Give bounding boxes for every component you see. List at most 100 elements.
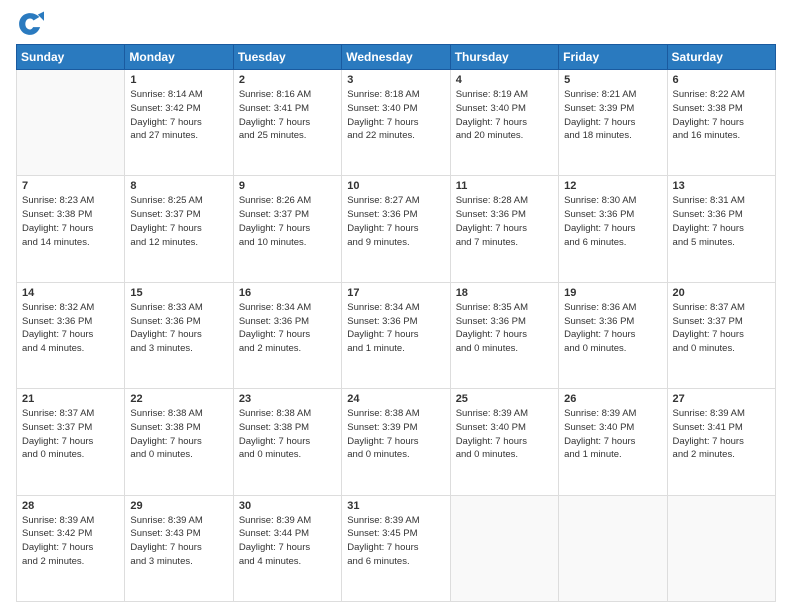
day-info: Sunrise: 8:26 AMSunset: 3:37 PMDaylight:… [239, 194, 336, 249]
day-cell: 22 Sunrise: 8:38 AMSunset: 3:38 PMDayligh… [125, 389, 233, 495]
day-info: Sunrise: 8:36 AMSunset: 3:36 PMDaylight:… [564, 301, 661, 356]
day-number: 25 [456, 393, 553, 405]
day-number: 9 [239, 180, 336, 192]
day-number: 2 [239, 74, 336, 86]
day-info: Sunrise: 8:38 AMSunset: 3:39 PMDaylight:… [347, 407, 444, 462]
day-number: 31 [347, 500, 444, 512]
day-cell: 25 Sunrise: 8:39 AMSunset: 3:40 PMDayligh… [450, 389, 558, 495]
day-number: 8 [130, 180, 227, 192]
day-info: Sunrise: 8:25 AMSunset: 3:37 PMDaylight:… [130, 194, 227, 249]
day-info: Sunrise: 8:37 AMSunset: 3:37 PMDaylight:… [673, 301, 770, 356]
header-cell-wednesday: Wednesday [342, 45, 450, 70]
day-info: Sunrise: 8:14 AMSunset: 3:42 PMDaylight:… [130, 88, 227, 143]
day-number: 22 [130, 393, 227, 405]
day-cell: 28 Sunrise: 8:39 AMSunset: 3:42 PMDayligh… [17, 495, 125, 601]
day-cell: 31 Sunrise: 8:39 AMSunset: 3:45 PMDayligh… [342, 495, 450, 601]
day-cell: 21 Sunrise: 8:37 AMSunset: 3:37 PMDayligh… [17, 389, 125, 495]
day-cell: 13 Sunrise: 8:31 AMSunset: 3:36 PMDayligh… [667, 176, 775, 282]
day-number: 26 [564, 393, 661, 405]
day-cell: 29 Sunrise: 8:39 AMSunset: 3:43 PMDayligh… [125, 495, 233, 601]
day-info: Sunrise: 8:39 AMSunset: 3:45 PMDaylight:… [347, 514, 444, 569]
logo-icon [16, 10, 44, 38]
day-info: Sunrise: 8:35 AMSunset: 3:36 PMDaylight:… [456, 301, 553, 356]
day-info: Sunrise: 8:18 AMSunset: 3:40 PMDaylight:… [347, 88, 444, 143]
day-number: 30 [239, 500, 336, 512]
day-cell: 4 Sunrise: 8:19 AMSunset: 3:40 PMDaylight… [450, 70, 558, 176]
week-row: 21 Sunrise: 8:37 AMSunset: 3:37 PMDayligh… [17, 389, 776, 495]
day-cell: 8 Sunrise: 8:25 AMSunset: 3:37 PMDaylight… [125, 176, 233, 282]
day-cell: 18 Sunrise: 8:35 AMSunset: 3:36 PMDayligh… [450, 282, 558, 388]
day-cell: 19 Sunrise: 8:36 AMSunset: 3:36 PMDayligh… [559, 282, 667, 388]
day-info: Sunrise: 8:31 AMSunset: 3:36 PMDaylight:… [673, 194, 770, 249]
day-cell: 7Sunrise: 8:23 AMSunset: 3:38 PMDaylight… [17, 176, 125, 282]
day-info: Sunrise: 8:21 AMSunset: 3:39 PMDaylight:… [564, 88, 661, 143]
week-row: 28 Sunrise: 8:39 AMSunset: 3:42 PMDayligh… [17, 495, 776, 601]
header-cell-sunday: Sunday [17, 45, 125, 70]
day-cell: 6Sunrise: 8:22 AMSunset: 3:38 PMDaylight… [667, 70, 775, 176]
header-cell-friday: Friday [559, 45, 667, 70]
day-cell [17, 70, 125, 176]
day-cell: 10Sunrise: 8:27 AMSunset: 3:36 PMDayligh… [342, 176, 450, 282]
day-cell: 11 Sunrise: 8:28 AMSunset: 3:36 PMDayligh… [450, 176, 558, 282]
day-number: 18 [456, 287, 553, 299]
week-row: 7Sunrise: 8:23 AMSunset: 3:38 PMDaylight… [17, 176, 776, 282]
day-info: Sunrise: 8:39 AMSunset: 3:42 PMDaylight:… [22, 514, 119, 569]
day-cell: 15 Sunrise: 8:33 AMSunset: 3:36 PMDayligh… [125, 282, 233, 388]
day-info: Sunrise: 8:28 AMSunset: 3:36 PMDaylight:… [456, 194, 553, 249]
day-cell: 17 Sunrise: 8:34 AMSunset: 3:36 PMDayligh… [342, 282, 450, 388]
header-cell-thursday: Thursday [450, 45, 558, 70]
calendar-body: 1 Sunrise: 8:14 AMSunset: 3:42 PMDaylight… [17, 70, 776, 602]
day-number: 6 [673, 74, 770, 86]
day-cell: 27Sunrise: 8:39 AMSunset: 3:41 PMDayligh… [667, 389, 775, 495]
day-info: Sunrise: 8:39 AMSunset: 3:44 PMDaylight:… [239, 514, 336, 569]
day-number: 13 [673, 180, 770, 192]
day-info: Sunrise: 8:19 AMSunset: 3:40 PMDaylight:… [456, 88, 553, 143]
day-number: 11 [456, 180, 553, 192]
header-cell-tuesday: Tuesday [233, 45, 341, 70]
day-info: Sunrise: 8:33 AMSunset: 3:36 PMDaylight:… [130, 301, 227, 356]
day-info: Sunrise: 8:34 AMSunset: 3:36 PMDaylight:… [347, 301, 444, 356]
day-info: Sunrise: 8:39 AMSunset: 3:40 PMDaylight:… [456, 407, 553, 462]
day-number: 5 [564, 74, 661, 86]
day-number: 10 [347, 180, 444, 192]
day-info: Sunrise: 8:38 AMSunset: 3:38 PMDaylight:… [130, 407, 227, 462]
day-number: 20 [673, 287, 770, 299]
calendar: SundayMondayTuesdayWednesdayThursdayFrid… [16, 44, 776, 602]
day-number: 15 [130, 287, 227, 299]
week-row: 1 Sunrise: 8:14 AMSunset: 3:42 PMDaylight… [17, 70, 776, 176]
day-cell: 24 Sunrise: 8:38 AMSunset: 3:39 PMDayligh… [342, 389, 450, 495]
header-cell-saturday: Saturday [667, 45, 775, 70]
day-cell: 9 Sunrise: 8:26 AMSunset: 3:37 PMDaylight… [233, 176, 341, 282]
day-number: 16 [239, 287, 336, 299]
day-number: 29 [130, 500, 227, 512]
day-info: Sunrise: 8:16 AMSunset: 3:41 PMDaylight:… [239, 88, 336, 143]
day-number: 24 [347, 393, 444, 405]
day-cell [450, 495, 558, 601]
day-info: Sunrise: 8:39 AMSunset: 3:40 PMDaylight:… [564, 407, 661, 462]
day-number: 28 [22, 500, 119, 512]
day-cell: 30 Sunrise: 8:39 AMSunset: 3:44 PMDayligh… [233, 495, 341, 601]
day-number: 21 [22, 393, 119, 405]
day-cell: 3Sunrise: 8:18 AMSunset: 3:40 PMDaylight… [342, 70, 450, 176]
day-info: Sunrise: 8:38 AMSunset: 3:38 PMDaylight:… [239, 407, 336, 462]
day-number: 12 [564, 180, 661, 192]
day-info: Sunrise: 8:39 AMSunset: 3:43 PMDaylight:… [130, 514, 227, 569]
day-info: Sunrise: 8:37 AMSunset: 3:37 PMDaylight:… [22, 407, 119, 462]
logo [16, 10, 48, 38]
day-info: Sunrise: 8:30 AMSunset: 3:36 PMDaylight:… [564, 194, 661, 249]
day-info: Sunrise: 8:32 AMSunset: 3:36 PMDaylight:… [22, 301, 119, 356]
day-cell [667, 495, 775, 601]
header-cell-monday: Monday [125, 45, 233, 70]
page: SundayMondayTuesdayWednesdayThursdayFrid… [0, 0, 792, 612]
day-info: Sunrise: 8:34 AMSunset: 3:36 PMDaylight:… [239, 301, 336, 356]
day-cell: 16 Sunrise: 8:34 AMSunset: 3:36 PMDayligh… [233, 282, 341, 388]
day-cell: 5 Sunrise: 8:21 AMSunset: 3:39 PMDaylight… [559, 70, 667, 176]
day-cell: 14Sunrise: 8:32 AMSunset: 3:36 PMDayligh… [17, 282, 125, 388]
day-cell: 23Sunrise: 8:38 AMSunset: 3:38 PMDayligh… [233, 389, 341, 495]
day-number: 19 [564, 287, 661, 299]
day-cell [559, 495, 667, 601]
day-number: 4 [456, 74, 553, 86]
day-number: 17 [347, 287, 444, 299]
day-number: 27 [673, 393, 770, 405]
day-number: 1 [130, 74, 227, 86]
